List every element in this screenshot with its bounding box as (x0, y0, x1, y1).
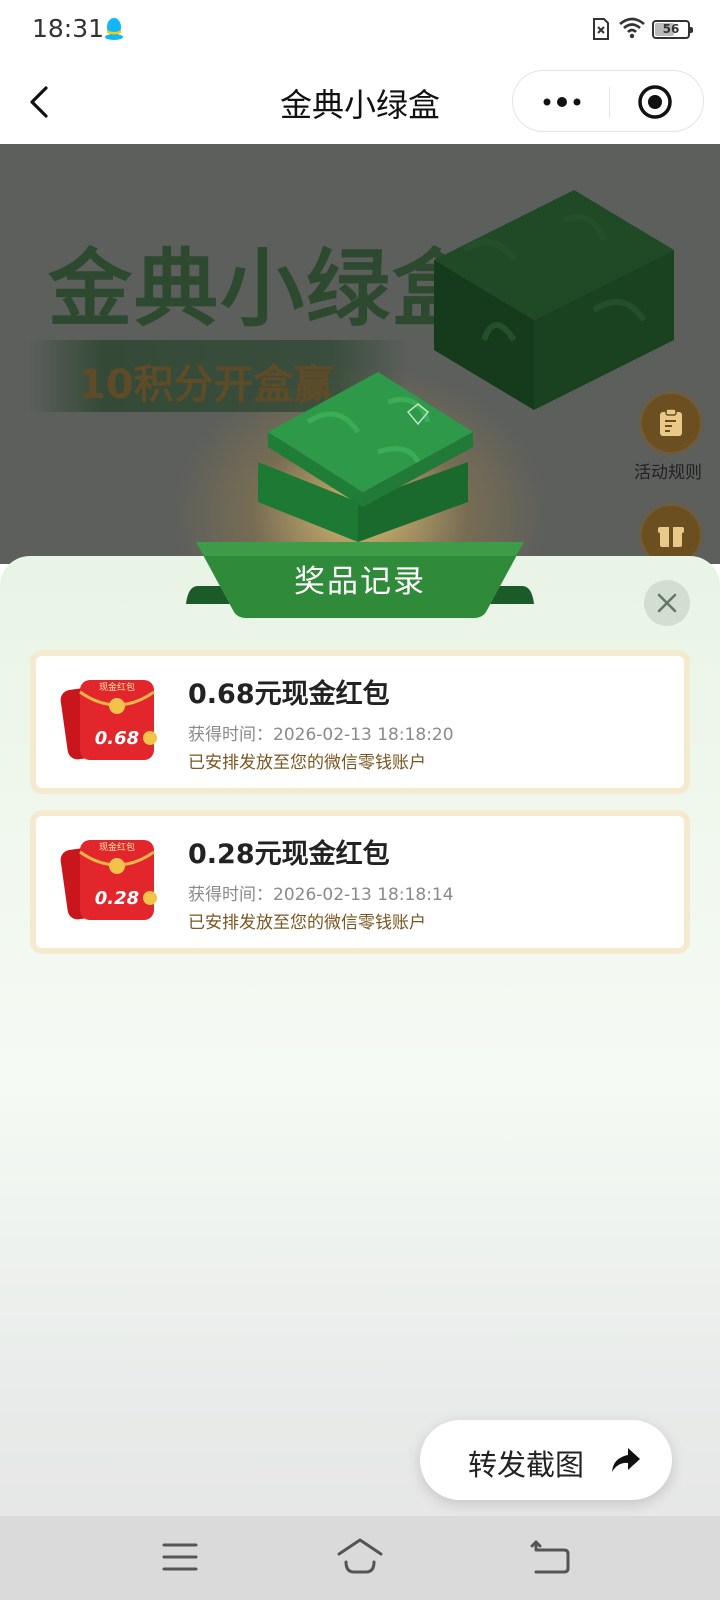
record-time-label: 获得时间： (188, 885, 273, 905)
record-card: 现金红包 0.68 0.68元现金红包 获得时间：2026-02-13 18:1… (30, 650, 690, 794)
gift-icon (658, 527, 684, 547)
battery-icon: 56 (652, 20, 693, 39)
rules-icon (660, 408, 682, 436)
record-note: 已安排发放至您的微信零钱账户 (188, 913, 426, 933)
mini-program-capsule (512, 70, 704, 132)
more-dots-icon[interactable] (539, 92, 585, 112)
system-nav-bar (0, 1516, 720, 1600)
red-envelope-icon: 现金红包 0.68 (60, 680, 157, 760)
wifi-icon (619, 17, 645, 39)
prize-record-sheet: 奖品记录 现金红包 0.68 0.68元现金红包 获得时间：2026-02-13… (0, 542, 720, 1516)
close-icon (657, 593, 677, 613)
battery-text: 56 (662, 22, 680, 36)
share-screenshot-button[interactable]: 转发截图 (420, 1420, 672, 1500)
sim-off-icon (593, 18, 609, 40)
close-button[interactable] (644, 580, 690, 626)
record-time-value: 2026-02-13 18:18:20 (273, 725, 454, 745)
banner: 金典小绿盒 10积分开盒赢 活动规则 (0, 144, 720, 564)
rules-label[interactable]: 活动规则 (634, 458, 702, 483)
qq-icon (105, 18, 123, 40)
envelope-amount: 0.28 (95, 888, 139, 909)
red-envelope-icon: 现金红包 0.28 (60, 840, 157, 920)
record-note: 已安排发放至您的微信零钱账户 (188, 753, 426, 773)
open-gift-box-image (258, 372, 473, 542)
envelope-amount: 0.68 (95, 728, 139, 749)
record-time: 获得时间：2026-02-13 18:18:14 (188, 880, 454, 905)
record-time-value: 2026-02-13 18:18:14 (273, 885, 454, 905)
record-title: 0.68元现金红包 (188, 679, 390, 710)
menu-icon[interactable] (162, 1540, 198, 1574)
share-label: 转发截图 (468, 1448, 585, 1482)
sheet-title: 奖品记录 (294, 564, 426, 600)
status-time: 18:31 (32, 14, 105, 43)
rules-button[interactable] (642, 394, 700, 452)
envelope-label: 现金红包 (99, 841, 135, 853)
target-icon[interactable] (637, 84, 673, 120)
banner-title: 金典小绿盒 (48, 240, 479, 338)
capsule-divider (609, 87, 610, 117)
home-icon[interactable] (336, 1536, 384, 1576)
record-title: 0.28元现金红包 (188, 839, 390, 870)
title-bar: 金典小绿盒 (0, 60, 720, 144)
record-time: 获得时间：2026-02-13 18:18:20 (188, 720, 454, 745)
record-card: 现金红包 0.28 0.28元现金红包 获得时间：2026-02-13 18:1… (30, 810, 690, 954)
record-time-label: 获得时间： (188, 725, 273, 745)
status-bar: 18:31 56 (0, 0, 720, 60)
back-icon[interactable] (530, 1538, 570, 1574)
share-arrow-icon (612, 1448, 640, 1472)
envelope-label: 现金红包 (99, 681, 135, 693)
